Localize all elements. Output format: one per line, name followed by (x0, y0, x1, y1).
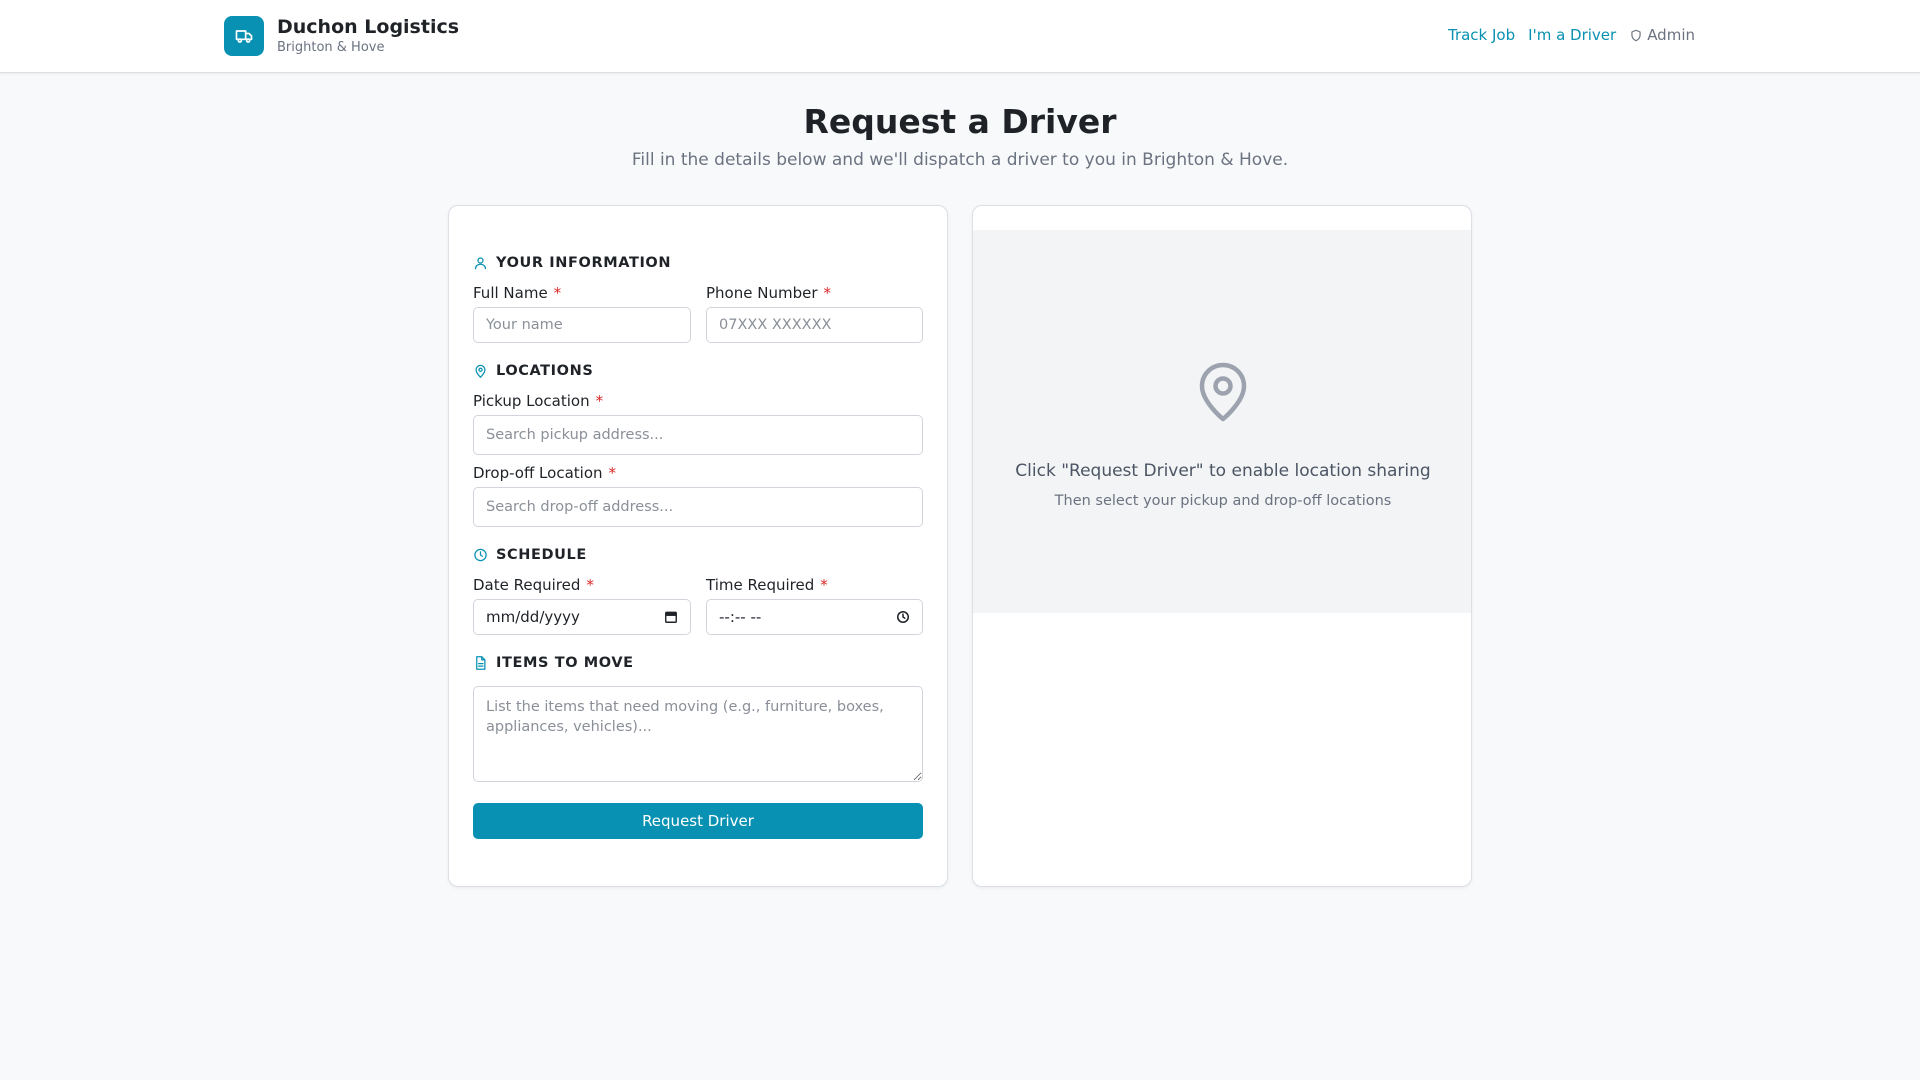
phone-label: Phone Number * (706, 284, 831, 302)
top-bar: Duchon Logistics Brighton & Hove Track J… (0, 0, 1920, 73)
date-label-text: Date Required (473, 576, 581, 594)
map-pin-icon (1199, 362, 1247, 422)
map-sub-message: Then select your pickup and drop-off loc… (1054, 493, 1392, 509)
map-placeholder: Click "Request Driver" to enable locatio… (973, 230, 1471, 613)
required-marker: * (586, 576, 594, 594)
full-name-input[interactable] (473, 307, 691, 343)
calendar-icon[interactable] (664, 610, 678, 624)
clock-icon[interactable] (896, 610, 910, 624)
dropoff-label: Drop-off Location * (473, 464, 616, 482)
section-your-information: YOUR INFORMATION (473, 255, 671, 271)
full-name-label: Full Name * (473, 284, 561, 302)
user-icon (474, 257, 487, 270)
section-heading: YOUR INFORMATION (496, 255, 672, 271)
nav-admin-label: Admin (1647, 26, 1695, 44)
brand-location: Brighton & Hove (277, 40, 385, 55)
section-locations: LOCATIONS (473, 363, 593, 379)
phone-input[interactable] (706, 307, 923, 343)
truck-icon (224, 16, 264, 56)
time-label: Time Required * (706, 576, 828, 594)
dropoff-label-text: Drop-off Location (473, 464, 603, 482)
date-label: Date Required * (473, 576, 594, 594)
required-marker: * (823, 284, 832, 302)
date-value: mm/dd/yyyy (486, 608, 580, 626)
time-value: --:-- -- (719, 608, 762, 626)
nav-admin[interactable]: Admin (1629, 26, 1695, 44)
map-panel: Click "Request Driver" to enable locatio… (972, 205, 1472, 887)
required-marker: * (595, 392, 604, 410)
time-input[interactable]: --:-- -- (706, 599, 923, 635)
full-name-label-text: Full Name (473, 284, 548, 302)
shield-icon (1631, 29, 1641, 41)
document-icon (476, 656, 486, 670)
date-input[interactable]: mm/dd/yyyy (473, 599, 691, 635)
pickup-location-input[interactable] (473, 415, 923, 455)
brand-name: Duchon Logistics (277, 16, 460, 38)
required-marker: * (553, 284, 562, 302)
nav-driver[interactable]: I'm a Driver (1528, 26, 1616, 44)
required-marker: * (820, 576, 828, 594)
phone-label-text: Phone Number (706, 284, 818, 302)
pickup-label: Pickup Location * (473, 392, 603, 410)
dropoff-location-input[interactable] (473, 487, 923, 527)
required-marker: * (608, 464, 617, 482)
brand[interactable]: Duchon Logistics Brighton & Hove (224, 16, 459, 56)
map-message: Click "Request Driver" to enable locatio… (1015, 461, 1431, 481)
items-textarea[interactable] (473, 686, 923, 782)
page-title: Request a Driver (803, 102, 1117, 141)
request-form: YOUR INFORMATION Full Name * Phone Number… (448, 205, 948, 887)
section-items-to-move: ITEMS TO MOVE (473, 655, 634, 671)
request-driver-button[interactable]: Request Driver (473, 803, 923, 839)
map-pin-icon (475, 364, 486, 378)
clock-icon (474, 548, 487, 562)
page-subtitle: Fill in the details below and we'll disp… (631, 150, 1289, 170)
pickup-label-text: Pickup Location (473, 392, 590, 410)
section-schedule: SCHEDULE (473, 547, 587, 563)
nav-track-job[interactable]: Track Job (1448, 26, 1515, 44)
section-heading: LOCATIONS (496, 363, 594, 379)
time-label-text: Time Required (706, 576, 815, 594)
section-heading: ITEMS TO MOVE (496, 655, 634, 671)
section-heading: SCHEDULE (496, 547, 587, 563)
main-nav: Track Job I'm a Driver Admin (1448, 26, 1695, 44)
